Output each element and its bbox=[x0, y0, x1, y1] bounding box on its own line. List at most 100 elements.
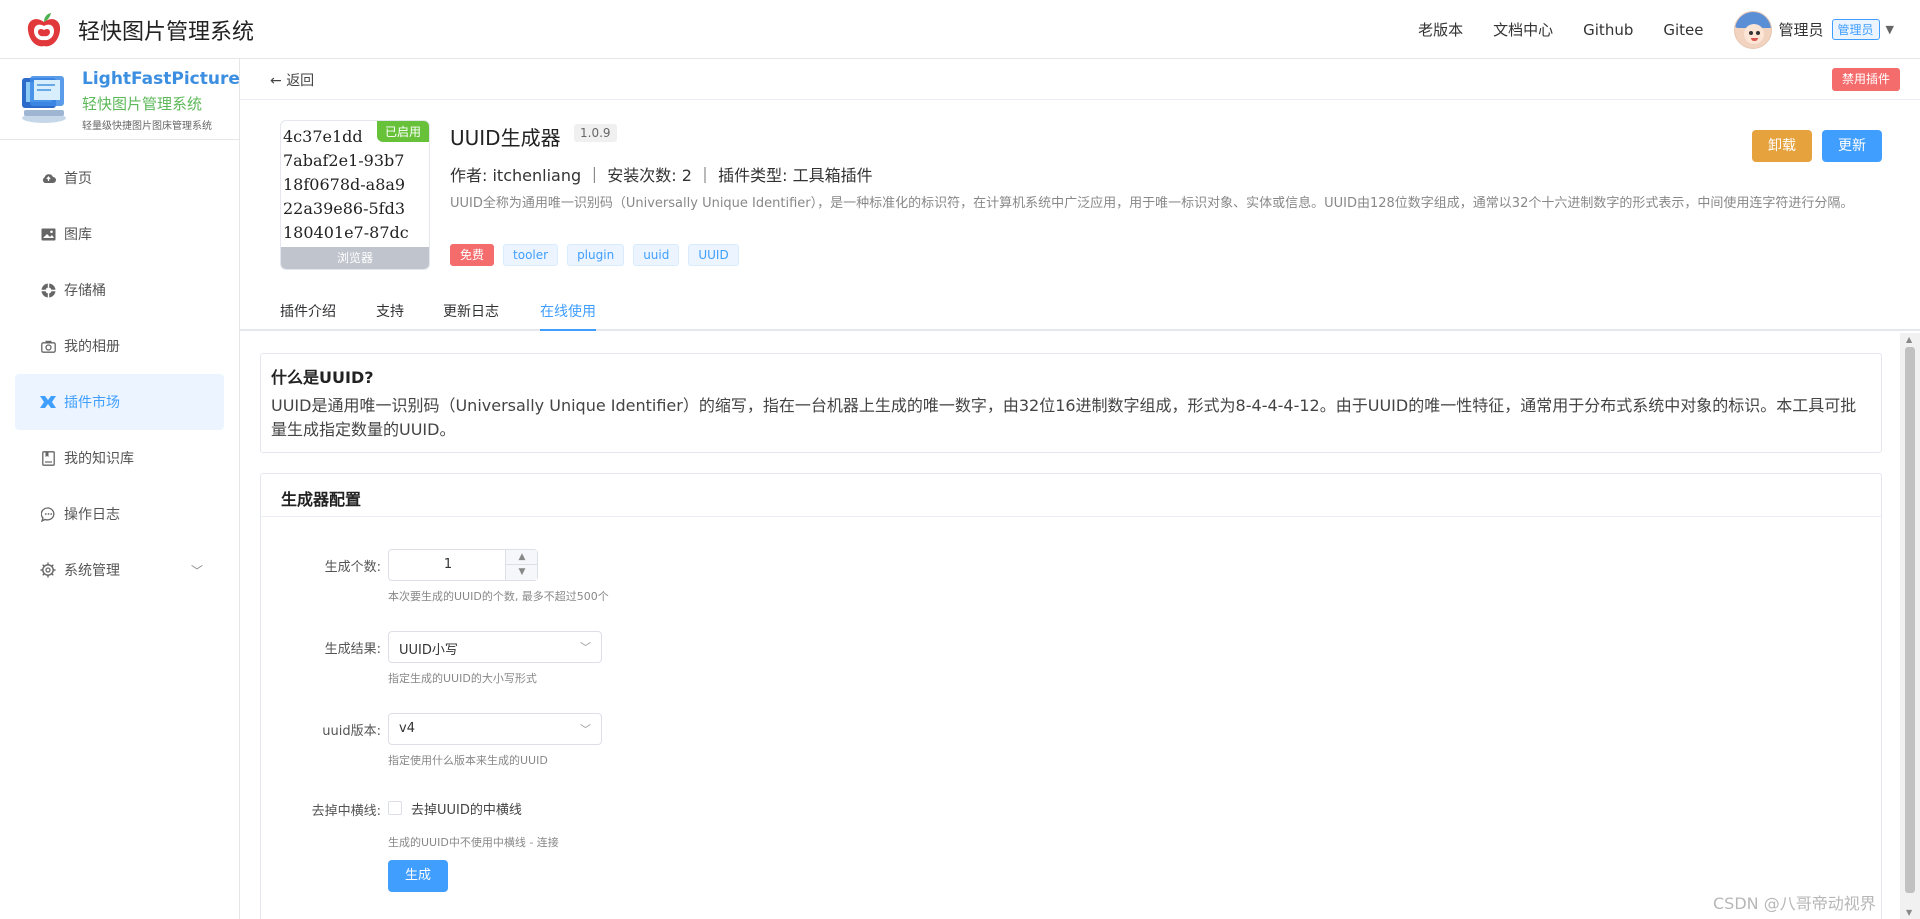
plugin-thumbnail: 4c37e1dd 7abaf2e1-93b7 18f0678d-a8a9 22a… bbox=[280, 120, 430, 270]
result-case-select[interactable]: UUID小写 ﹀ bbox=[388, 631, 602, 663]
plugin-version: 1.0.9 bbox=[574, 124, 617, 142]
sidebar-item-label: 首页 bbox=[64, 171, 92, 187]
tab-content: 什么是UUID? UUID是通用唯一识别码（Universally Unique… bbox=[240, 333, 1900, 919]
tag: uuid bbox=[633, 244, 680, 266]
stepper-controls: ▲ ▼ bbox=[505, 550, 538, 580]
book-icon bbox=[40, 450, 56, 466]
generate-button[interactable]: 生成 bbox=[388, 860, 448, 892]
app-title: 轻快图片管理系统 bbox=[78, 20, 255, 45]
bucket-icon bbox=[40, 282, 56, 298]
chevron-down-icon: ﹀ bbox=[190, 564, 203, 578]
sidebar-item-label: 系统管理 bbox=[64, 563, 120, 579]
sidebar: LightFastPicture 轻快图片管理系统 轻量级快捷图片图床管理系统 … bbox=[0, 59, 240, 919]
scrollbar[interactable]: ▲ ▼ bbox=[1900, 333, 1920, 919]
dash-help: 生成的UUID中不使用中横线 - 连接 bbox=[388, 836, 559, 849]
gear-icon bbox=[40, 562, 56, 578]
generator-header: 生成器配置 bbox=[261, 474, 1881, 517]
sidebar-item-album[interactable]: 我的相册 bbox=[0, 318, 239, 374]
disable-plugin-button[interactable]: 禁用插件 bbox=[1831, 68, 1900, 91]
count-help: 本次要生成的UUID的个数, 最多不超过500个 bbox=[388, 590, 609, 603]
result-help: 指定生成的UUID的大小写形式 bbox=[388, 672, 537, 685]
nav-github[interactable]: Github bbox=[1583, 21, 1633, 39]
back-label: 返回 bbox=[286, 73, 315, 89]
plugin-icon bbox=[40, 394, 56, 410]
sidebar-item-system[interactable]: 系统管理 ﹀ bbox=[0, 542, 239, 598]
sidebar-item-plugin-market[interactable]: 插件市场 bbox=[15, 374, 224, 430]
version-label: uuid版本: bbox=[322, 724, 381, 739]
sidebar-item-label: 存储桶 bbox=[64, 283, 106, 299]
tag: UUID bbox=[688, 244, 739, 266]
count-stepper[interactable]: 1 ▲ ▼ bbox=[388, 549, 538, 581]
chevron-down-icon[interactable]: ▼ bbox=[1886, 23, 1894, 36]
user-name[interactable]: 管理员 bbox=[1779, 19, 1824, 40]
brand-name: LightFastPicture bbox=[82, 69, 240, 89]
plugin-description: UUID全称为通用唯一识别码（Universally Unique Identi… bbox=[450, 196, 1854, 211]
generator-title: 生成器配置 bbox=[281, 490, 362, 509]
scroll-down-icon[interactable]: ▼ bbox=[1906, 908, 1912, 917]
uuid-version-value: v4 bbox=[399, 721, 415, 736]
count-label: 生成个数: bbox=[324, 560, 381, 575]
top-nav: 老版本 文档中心 Github Gitee 管理员 管理员 ▼ bbox=[1418, 0, 1894, 59]
brand-description: 轻量级快捷图片图床管理系统 bbox=[82, 121, 212, 132]
arrow-left-icon: ← bbox=[270, 73, 287, 89]
nav-docs[interactable]: 文档中心 bbox=[1493, 19, 1553, 40]
increment-icon[interactable]: ▲ bbox=[506, 550, 538, 565]
plugin-card: 4c37e1dd 7abaf2e1-93b7 18f0678d-a8a9 22a… bbox=[240, 100, 1920, 270]
role-badge: 管理员 bbox=[1831, 19, 1880, 40]
tab-intro[interactable]: 插件介绍 bbox=[280, 301, 336, 331]
enabled-badge: 已启用 bbox=[376, 121, 429, 142]
back-bar: ← 返回 禁用插件 bbox=[240, 59, 1920, 100]
uuid-info-card: 什么是UUID? UUID是通用唯一识别码（Universally Unique… bbox=[260, 353, 1882, 453]
tag: tooler bbox=[503, 244, 559, 266]
thumbnail-uuid-text: 4c37e1dd 7abaf2e1-93b7 18f0678d-a8a9 22a… bbox=[283, 127, 409, 242]
sidebar-item-gallery[interactable]: 图库 bbox=[0, 206, 239, 262]
sidebar-item-label: 我的相册 bbox=[64, 339, 120, 355]
scroll-up-icon[interactable]: ▲ bbox=[1906, 335, 1912, 344]
cloud-icon bbox=[40, 170, 56, 186]
avatar[interactable] bbox=[1733, 10, 1772, 49]
scroll-thumb[interactable] bbox=[1905, 347, 1915, 893]
sidebar-item-logs[interactable]: 操作日志 bbox=[0, 486, 239, 542]
count-value[interactable]: 1 bbox=[389, 550, 507, 580]
dash-label: 去掉中横线: bbox=[311, 804, 381, 819]
sidebar-item-knowledge[interactable]: 我的知识库 bbox=[0, 430, 239, 486]
tab-changelog[interactable]: 更新日志 bbox=[443, 301, 499, 331]
update-button[interactable]: 更新 bbox=[1822, 130, 1882, 162]
brand: LightFastPicture 轻快图片管理系统 轻量级快捷图片图床管理系统 bbox=[0, 59, 240, 140]
sidebar-item-label: 插件市场 bbox=[64, 395, 120, 411]
tag-free: 免费 bbox=[450, 244, 495, 266]
info-text: UUID是通用唯一识别码（Universally Unique Identifi… bbox=[271, 396, 1857, 439]
sidebar-item-label: 我的知识库 bbox=[64, 451, 134, 467]
sidebar-item-bucket[interactable]: 存储桶 bbox=[0, 262, 239, 318]
nav-old-version[interactable]: 老版本 bbox=[1418, 19, 1463, 40]
sidebar-item-label: 图库 bbox=[64, 227, 92, 243]
apple-logo-icon[interactable] bbox=[24, 10, 64, 50]
uninstall-button[interactable]: 卸载 bbox=[1752, 130, 1812, 162]
nav-gitee[interactable]: Gitee bbox=[1663, 21, 1703, 39]
plugin-tags: 免费 tooler plugin uuid UUID bbox=[450, 244, 748, 266]
plugin-meta: 作者: itchenliang ｜ 安装次数: 2 ｜ 插件类型: 工具箱插件 bbox=[450, 166, 873, 185]
main-content: ← 返回 禁用插件 4c37e1dd 7abaf2e1-93b7 18f0678… bbox=[240, 59, 1920, 919]
version-help: 指定使用什么版本来生成的UUID bbox=[388, 754, 548, 767]
decrement-icon[interactable]: ▼ bbox=[506, 565, 538, 580]
sidebar-item-home[interactable]: 首页 bbox=[0, 150, 239, 206]
brand-logo-icon bbox=[22, 76, 66, 123]
sidebar-menu: 首页 图库 存储桶 我的相册 插件市场 我的知识库 操作日志 系统管理 ﹀ bbox=[0, 150, 239, 598]
chevron-down-icon: ﹀ bbox=[580, 723, 591, 736]
chat-icon bbox=[40, 506, 56, 522]
tab-support[interactable]: 支持 bbox=[376, 301, 404, 331]
uuid-version-select[interactable]: v4 ﹀ bbox=[388, 713, 602, 745]
brand-subtitle: 轻快图片管理系统 bbox=[82, 95, 203, 113]
thumbnail-caption: 浏览器 bbox=[281, 247, 429, 269]
remove-dash-checkbox-label[interactable]: 去掉UUID的中横线 bbox=[411, 799, 522, 818]
watermark: CSDN @八哥帝动视界 bbox=[1713, 894, 1876, 913]
tag: plugin bbox=[567, 244, 625, 266]
remove-dash-checkbox[interactable] bbox=[388, 801, 402, 815]
tab-online-use[interactable]: 在线使用 bbox=[540, 301, 596, 331]
chevron-down-icon: ﹀ bbox=[580, 641, 591, 654]
plugin-name: UUID生成器 bbox=[450, 126, 561, 150]
back-link[interactable]: ← 返回 bbox=[270, 70, 314, 90]
image-icon bbox=[40, 226, 56, 242]
result-label: 生成结果: bbox=[324, 642, 381, 657]
generator-config-card: 生成器配置 生成个数: 1 ▲ ▼ 本次要生成的UUID的个数, 最多不超过50… bbox=[260, 473, 1882, 919]
